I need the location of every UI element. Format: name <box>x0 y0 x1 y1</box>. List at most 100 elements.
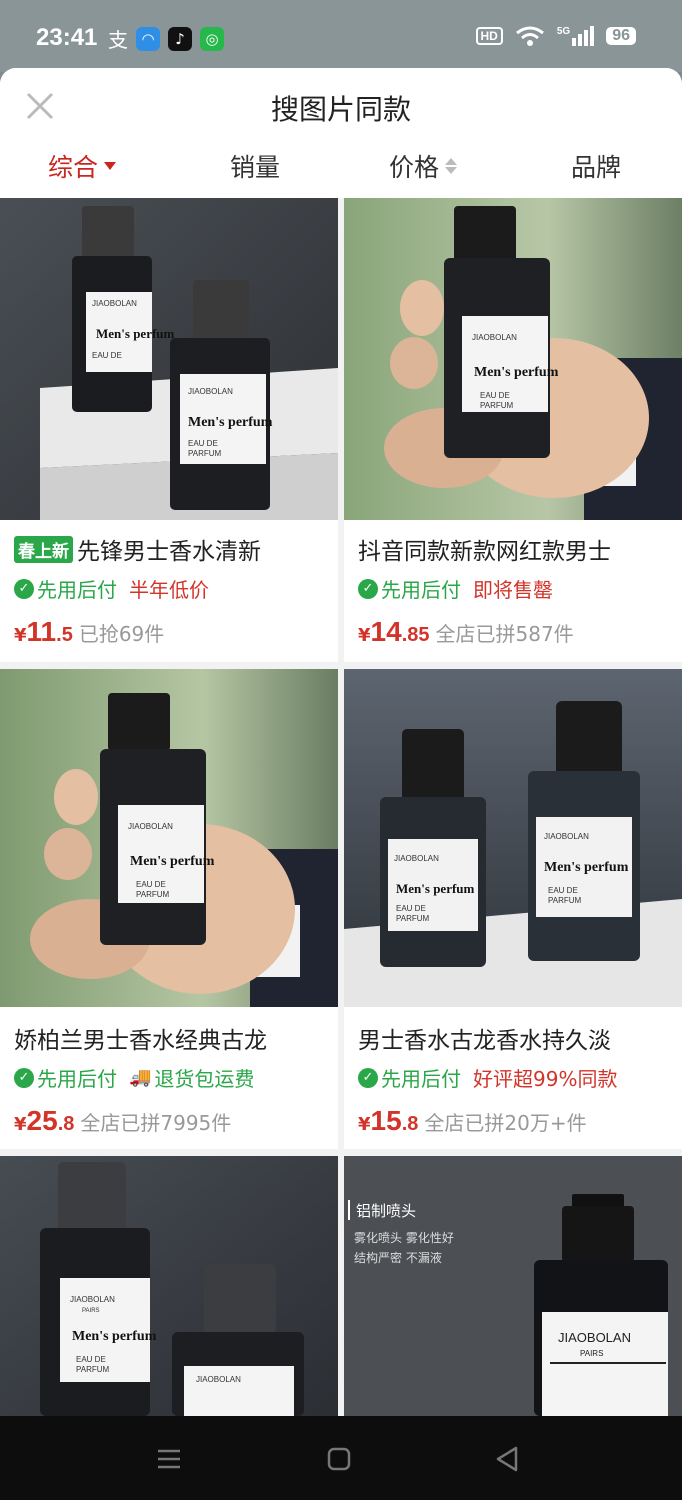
ad-title: 铝制喷头 <box>356 1202 416 1220</box>
product-image: JIAOBOLAN Men's perfum EAU DE JIAOBOLAN … <box>0 198 338 520</box>
label-brand-sub: PAIRS <box>82 1308 100 1314</box>
tab-label: 价格 <box>389 153 440 182</box>
label-parfum: PARFUM <box>396 914 430 923</box>
label-eau: EAU DE <box>76 1355 106 1364</box>
sort-tabs: 综合 销量 价格 品牌 <box>0 148 682 192</box>
sold-count: 已抢69件 <box>78 622 165 646</box>
tag-label: 先用后付 <box>37 1067 117 1091</box>
benefit-tags: ✓ 先用后付 即将售罄 <box>358 574 553 603</box>
currency-symbol: ¥ <box>14 1114 27 1135</box>
price-integer: 14 <box>370 616 402 647</box>
price-integer: 15 <box>370 1105 402 1136</box>
label-parfum: PARFUM <box>480 401 514 410</box>
label-parfum: PARFUM <box>548 896 582 905</box>
label-product: Men's perfum <box>396 881 475 896</box>
product-card[interactable]: JIAOBOLAN Men's perfum EAU DE PARFUM 抖音同… <box>344 198 682 662</box>
product-name: 娇柏兰男士香水经典古龙 <box>14 1021 267 1055</box>
alipay-icon: 支 <box>108 28 128 52</box>
page-title: 搜图片同款 <box>270 93 411 126</box>
product-title: 抖音同款新款网红款男士 <box>358 539 611 565</box>
product-image: 铝制喷头 雾化喷头 雾化性好 结构严密 不漏液 JIAOBOLAN PAIRS <box>344 1156 682 1416</box>
sold-count: 全店已拼20万+件 <box>424 1111 587 1135</box>
free-return-tag: 🚚 退货包运费 <box>129 1063 254 1092</box>
tab-label: 综合 <box>48 153 99 182</box>
tab-label: 品牌 <box>571 153 622 182</box>
product-title: 先锋男士香水清新 <box>77 539 261 565</box>
tiktok-icon: ♪ <box>168 26 192 51</box>
label-eau: EAU DE <box>548 886 578 895</box>
status-bar: 23:41 支 ◠ ♪ ◎ HD 5G 96 <box>0 0 682 72</box>
label-brand: JIAOBOLAN <box>92 299 137 308</box>
product-title: 娇柏兰男士香水经典古龙 <box>14 1028 267 1054</box>
notification-icons: 支 ◠ ♪ ◎ <box>108 24 224 53</box>
currency-symbol: ¥ <box>358 1114 371 1135</box>
shield-badge-icon: ✓ <box>14 578 34 599</box>
promo-tag: 半年低价 <box>129 578 209 602</box>
pay-later-tag: ✓ 先用后付 <box>14 574 117 603</box>
product-image: JIAOBOLAN PAIRS Men's perfum EAU DE PARF… <box>0 1156 338 1416</box>
price-row: ¥ 11 .5 已抢69件 <box>14 616 164 648</box>
product-card[interactable]: 铝制喷头 雾化喷头 雾化性好 结构严密 不漏液 JIAOBOLAN PAIRS <box>344 1156 682 1416</box>
label-brand-sub: PAIRS <box>580 1349 603 1358</box>
price-decimal: .5 <box>56 624 73 646</box>
label-brand: JIAOBOLAN <box>70 1295 115 1304</box>
label-eau: EAU DE <box>136 880 166 889</box>
label-parfum: PARFUM <box>188 449 222 458</box>
label-product: Men's perfum <box>544 860 629 875</box>
label-eau: EAU DE <box>92 351 122 360</box>
menu-icon[interactable] <box>154 1444 184 1474</box>
ad-line-1: 雾化喷头 雾化性好 <box>354 1231 454 1245</box>
product-card[interactable]: JIAOBOLAN Men's perfum EAU DE PARFUM 娇柏兰… <box>0 669 338 1149</box>
tab-label: 销量 <box>230 153 281 182</box>
price-row: ¥ 25 .8 全店已拼7995件 <box>14 1105 231 1137</box>
label-eau: EAU DE <box>480 391 510 400</box>
product-card[interactable]: JIAOBOLAN PAIRS Men's perfum EAU DE PARF… <box>0 1156 338 1416</box>
app-notification-icon: ◠ <box>136 26 160 51</box>
benefit-tags: ✓ 先用后付 半年低价 <box>14 574 209 603</box>
hd-icon: HD <box>475 27 503 45</box>
product-card[interactable]: JIAOBOLAN Men's perfum EAU DE JIAOBOLAN … <box>0 198 338 662</box>
label-eau: EAU DE <box>396 904 426 913</box>
label-product: Men's perfum <box>130 854 215 869</box>
benefit-tags: ✓ 先用后付 好评超99%同款 <box>358 1063 617 1092</box>
price-row: ¥ 14 .85 全店已拼587件 <box>358 616 574 648</box>
status-time: 23:41 <box>36 24 98 51</box>
price-decimal: .8 <box>57 1113 75 1135</box>
product-image: JIAOBOLAN Men's perfum EAU DE PARFUM JIA… <box>344 669 682 1007</box>
system-navigation-bar <box>0 1416 682 1500</box>
price-integer: 25 <box>26 1105 58 1136</box>
price-decimal: .8 <box>401 1113 419 1135</box>
currency-symbol: ¥ <box>358 625 371 646</box>
sold-count: 全店已拼7995件 <box>80 1111 232 1135</box>
tab-comprehensive[interactable]: 综合 <box>48 148 117 184</box>
label-parfum: PARFUM <box>136 890 170 899</box>
price-row: ¥ 15 .8 全店已拼20万+件 <box>358 1105 587 1137</box>
shield-badge-icon: ✓ <box>358 578 378 599</box>
system-icons: HD 5G 96 <box>475 25 636 47</box>
product-title: 男士香水古龙香水持久淡 <box>358 1028 611 1054</box>
label-parfum: PARFUM <box>76 1365 110 1374</box>
label-brand: JIAOBOLAN <box>558 1330 631 1345</box>
product-card[interactable]: JIAOBOLAN Men's perfum EAU DE PARFUM JIA… <box>344 669 682 1149</box>
label-product: Men's perfum <box>96 326 175 341</box>
label-brand: JIAOBOLAN <box>196 1375 241 1384</box>
ad-line-2: 结构严密 不漏液 <box>354 1250 442 1265</box>
label-eau: EAU DE <box>188 439 218 448</box>
currency-symbol: ¥ <box>14 625 27 646</box>
back-icon[interactable] <box>492 1444 522 1474</box>
tab-sales[interactable]: 销量 <box>230 148 280 184</box>
tag-label: 退货包运费 <box>154 1067 255 1091</box>
product-image: JIAOBOLAN Men's perfum EAU DE PARFUM <box>0 669 338 1007</box>
label-brand: JIAOBOLAN <box>128 822 173 831</box>
promo-tag: 好评超99%同款 <box>473 1067 618 1091</box>
product-name: 男士香水古龙香水持久淡 <box>358 1021 611 1055</box>
pay-later-tag: ✓ 先用后付 <box>14 1063 117 1092</box>
tag-label: 先用后付 <box>381 1067 461 1091</box>
tab-price[interactable]: 价格 <box>389 148 458 184</box>
tab-brand[interactable]: 品牌 <box>571 148 621 184</box>
sold-count: 全店已拼587件 <box>435 622 574 646</box>
tag-label: 先用后付 <box>381 578 461 602</box>
image-search-sheet: 搜图片同款 综合 销量 价格 品牌 JIAOBOLAN Men's perfum… <box>0 68 682 1416</box>
label-brand: JIAOBOLAN <box>394 854 439 863</box>
home-icon[interactable] <box>324 1444 354 1474</box>
